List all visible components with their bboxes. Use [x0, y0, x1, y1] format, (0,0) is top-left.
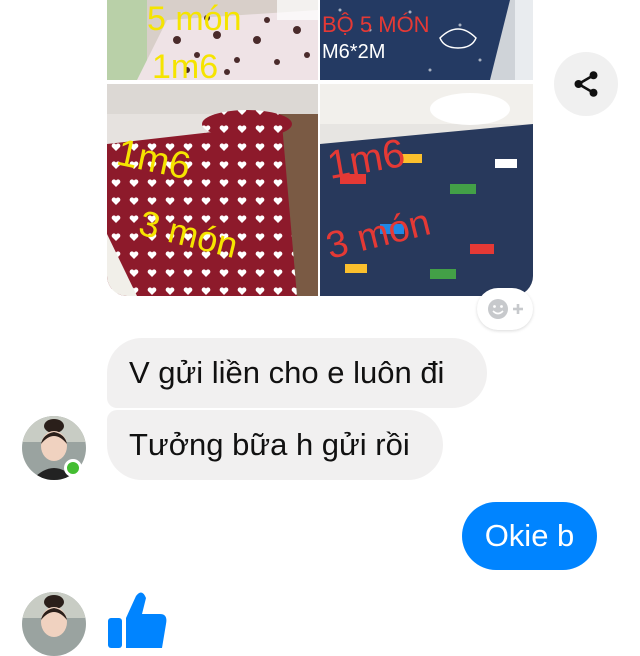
photo-navy-image: BỘ 5 MÓN M6*2M: [320, 0, 533, 80]
online-status-indicator: [64, 459, 82, 477]
shared-photo-grid[interactable]: 5 món 1m6 BỘ 5 MÓN M6*2M 1m6 3 món 1m6 3…: [107, 0, 533, 296]
photo-leopard-bedding[interactable]: 5 món 1m6: [107, 0, 318, 80]
share-icon: [574, 71, 598, 97]
incoming-message-bubble[interactable]: Tưởng bữa h gửi rồi: [107, 410, 443, 480]
message-text: Okie b: [484, 518, 575, 553]
add-reaction-button[interactable]: [477, 288, 533, 330]
photo-caption-top: 5 món: [147, 0, 242, 38]
photo-leopard-image: 5 món 1m6: [107, 0, 318, 80]
photo-caption-bottom: 1m6: [152, 48, 218, 80]
photo-navy-cars-bedding[interactable]: 1m6 3 món: [320, 84, 533, 296]
photo-navy-whale-bedding[interactable]: BỘ 5 MÓN M6*2M: [320, 0, 533, 80]
photo-red-hearts-image: 1m6 3 món: [107, 84, 318, 296]
add-reaction-icon: [488, 299, 523, 319]
photo-navy-cars-image: 1m6 3 món: [320, 84, 533, 296]
photo-red-hearts-bedding[interactable]: 1m6 3 món: [107, 84, 318, 296]
contact-avatar[interactable]: [22, 592, 86, 656]
like-sticker[interactable]: [104, 588, 170, 648]
message-text: V gửi liền cho e luôn đi: [129, 355, 445, 390]
incoming-message-bubble[interactable]: V gửi liền cho e luôn đi: [107, 338, 487, 408]
photo-caption-top: BỘ 5 MÓN: [322, 12, 430, 37]
outgoing-message-bubble[interactable]: Okie b: [462, 502, 597, 570]
thumbs-up-icon: [108, 592, 167, 648]
message-text: Tưởng bữa h gửi rồi: [129, 427, 410, 462]
photo-caption-bottom: M6*2M: [322, 41, 385, 63]
share-button[interactable]: [554, 52, 618, 116]
avatar-image: [22, 592, 86, 656]
